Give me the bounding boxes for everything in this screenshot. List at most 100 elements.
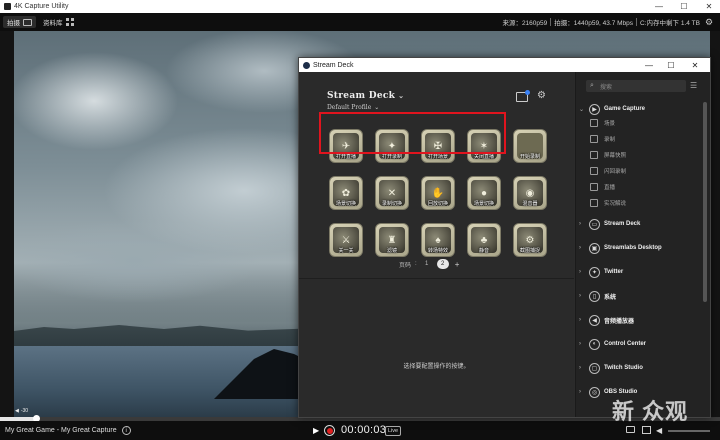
action-label: 录制	[604, 137, 616, 143]
stream-deck-key[interactable]: ● 场景切换	[467, 176, 501, 210]
page-2-button[interactable]: 2	[436, 259, 449, 269]
action-label: 屏幕快照	[604, 153, 627, 159]
page-selector: 页码 : 1 2 +	[399, 259, 459, 269]
key-label: 静音	[478, 248, 489, 254]
category-label: 音频播放器	[604, 318, 635, 325]
tab-library-label: 资料库	[43, 20, 63, 27]
category-icon: ▶	[589, 103, 600, 115]
stream-deck-key[interactable]: ♜ 滤镜	[375, 223, 409, 257]
category-item[interactable]: › ✦ Twitter	[576, 265, 701, 279]
stream-deck-key[interactable]: ♠ 转场特效	[421, 223, 455, 257]
action-icon	[590, 151, 598, 159]
volume-icon[interactable]: ◀	[656, 426, 662, 435]
stream-deck-key[interactable]: ✿ 场景切换	[329, 176, 363, 210]
action-item[interactable]: 屏幕快照	[590, 149, 700, 161]
category-label: Streamlabs Desktop	[604, 245, 662, 251]
play-icon[interactable]: ▶	[313, 426, 319, 435]
chevron-right-icon: ›	[579, 221, 581, 227]
action-item[interactable]: 直播	[590, 181, 700, 193]
category-item[interactable]: › ◐ Control Center	[576, 337, 701, 351]
category-item[interactable]: › ▯ 系统	[576, 289, 701, 303]
stream-deck-key[interactable]: ✕ 录制切换	[375, 176, 409, 210]
chevron-down-icon: ⌄	[579, 106, 585, 113]
device-name: Stream Deck	[327, 91, 396, 101]
stream-deck-key[interactable]: ⚔ 关一关	[329, 223, 363, 257]
device-selector[interactable]: Stream Deck ⌄	[327, 91, 404, 101]
category-item[interactable]: ⌄ ▶ Game Capture	[576, 102, 701, 116]
list-view-icon[interactable]: ☰	[690, 81, 697, 90]
stream-deck-key[interactable]: ✋ 回放切换	[421, 176, 455, 210]
tab-capture-label: 拍摄	[7, 20, 20, 27]
volume-slider[interactable]	[668, 430, 710, 432]
sd-maximize-button[interactable]: ☐	[660, 58, 682, 72]
add-page-button[interactable]: +	[455, 260, 460, 269]
category-icon: ▯	[589, 290, 600, 302]
action-icon	[590, 135, 598, 143]
key-label: 关一关	[338, 248, 354, 254]
recording-time: 00:00:03	[341, 424, 387, 436]
stream-deck-key[interactable]: 开始录制	[513, 129, 547, 163]
category-item[interactable]: › ◀ 音频播放器	[576, 313, 701, 327]
live-badge[interactable]: Live	[385, 426, 402, 436]
screenshot-icon[interactable]	[626, 426, 635, 433]
action-item[interactable]: 录制	[590, 133, 700, 145]
chevron-down-icon: ⌄	[398, 91, 405, 100]
sidebar-scrollbar[interactable]	[703, 102, 707, 302]
speaker-icon: ◀	[15, 408, 19, 414]
sd-minimize-button[interactable]: —	[638, 58, 660, 72]
annotation-highlight-box	[319, 112, 506, 154]
category-icon: ◐	[589, 338, 600, 350]
record-button[interactable]	[324, 425, 335, 436]
search-icon: ⌕	[590, 82, 594, 89]
chevron-right-icon: ›	[579, 365, 581, 371]
divider	[636, 18, 638, 26]
action-icon	[590, 183, 598, 191]
fullscreen-icon[interactable]	[642, 426, 651, 434]
divider	[550, 18, 552, 26]
key-label: 场景切换	[335, 201, 356, 207]
chevron-right-icon: ›	[579, 245, 581, 251]
close-button[interactable]: ✕	[699, 0, 719, 13]
category-icon: ◎	[589, 386, 600, 398]
action-item[interactable]: 场景	[590, 117, 700, 129]
key-label: 打开录制	[381, 154, 402, 160]
chevron-right-icon: ›	[579, 269, 581, 275]
maximize-button[interactable]: ☐	[674, 0, 694, 13]
key-label: 开始录制	[519, 154, 540, 160]
tab-library[interactable]: 资料库	[39, 16, 78, 28]
category-label: Stream Deck	[604, 221, 641, 227]
profile-settings-icon[interactable]: ⚙	[537, 90, 546, 101]
action-item[interactable]: 闪回录制	[590, 165, 700, 177]
monitor-icon	[23, 18, 32, 26]
info-icon[interactable]: i	[121, 426, 131, 435]
category-label: Twitter	[604, 269, 624, 275]
stream-deck-key[interactable]: ◉ 混音器	[513, 176, 547, 210]
capture-name: My Great Game - My Great Capture	[5, 427, 117, 434]
stream-deck-logo-icon	[303, 61, 310, 69]
category-label: 系统	[604, 294, 617, 301]
category-label: Game Capture	[604, 106, 646, 112]
sd-close-button[interactable]: ✕	[684, 58, 706, 72]
action-item[interactable]: 实况解说	[590, 197, 700, 209]
capture-status: 来源：2160p59 拍摄：1440p59, 43.7 Mbps C:内存中剩下…	[502, 13, 700, 31]
category-item[interactable]: › ▢ Twitch Studio	[576, 361, 701, 375]
tab-capture[interactable]: 拍摄	[3, 16, 36, 28]
key-label: 转场特效	[427, 248, 448, 254]
category-item[interactable]: › ▭ Stream Deck	[576, 217, 701, 231]
stream-deck-key[interactable]: ⚙ 截图捕捉	[513, 223, 547, 257]
site-watermark: 新 众观	[612, 399, 689, 424]
key-label: 回放切换	[427, 201, 448, 207]
store-icon[interactable]	[516, 90, 530, 102]
category-icon: ◀	[589, 314, 600, 326]
key-label: 混音器	[522, 201, 538, 207]
minimize-button[interactable]: —	[649, 0, 669, 13]
page-1-button[interactable]: 1	[421, 259, 433, 269]
search-placeholder: 搜索	[600, 84, 613, 91]
stream-deck-key[interactable]: ♣ 静音	[467, 223, 501, 257]
profile-selector[interactable]: Default Profile ⌄	[327, 104, 379, 111]
settings-gear-icon[interactable]: ⚙	[705, 17, 715, 27]
chevron-right-icon: ›	[579, 317, 581, 323]
action-search-input[interactable]: ⌕ 搜索	[586, 80, 686, 92]
chevron-right-icon: ›	[579, 293, 581, 299]
category-item[interactable]: › ▣ Streamlabs Desktop	[576, 241, 701, 255]
